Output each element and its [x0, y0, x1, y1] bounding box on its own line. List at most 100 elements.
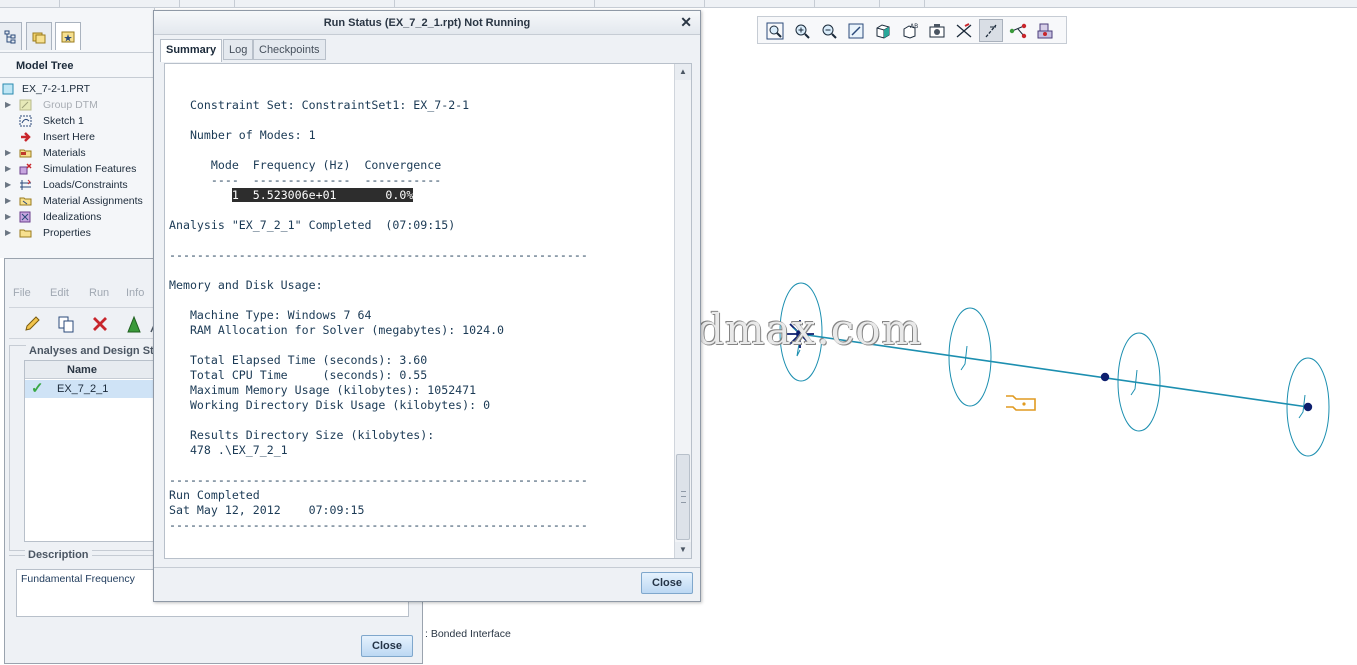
copy-analysis-button[interactable] — [53, 312, 79, 336]
top-tab-segment[interactable] — [880, 0, 925, 8]
run-completed-line: Run Completed — [169, 488, 260, 502]
tree-item-simulation-features[interactable]: ▶ Simulation Features — [0, 161, 155, 177]
insert-arrow-icon — [21, 132, 31, 142]
delete-analysis-button[interactable] — [87, 312, 113, 336]
tree-item-label: Properties — [43, 227, 91, 239]
navigator-tabs — [0, 22, 155, 52]
expand-arrow-icon[interactable]: ▶ — [5, 193, 13, 209]
top-tab-segment[interactable] — [705, 0, 815, 8]
mass-tag-icon[interactable] — [1006, 395, 1036, 411]
tab-summary[interactable]: Summary — [160, 39, 223, 62]
grip-icon — [681, 491, 686, 503]
tab-checkpoints[interactable]: Checkpoints — [253, 39, 326, 60]
analyses-close-button[interactable]: Close — [361, 635, 413, 657]
csys-display-button[interactable] — [1033, 19, 1057, 42]
idealization-icon — [19, 211, 31, 223]
top-tab-segment[interactable] — [235, 0, 395, 8]
model-tree-panel: Model Tree EX_7-2-1.PRT ▶ Group DTM Sket… — [0, 8, 155, 258]
datum-display-button[interactable] — [952, 19, 976, 42]
scroll-thumb[interactable] — [676, 454, 690, 540]
repaint-icon — [848, 23, 864, 38]
zoom-out-icon — [822, 24, 837, 39]
run-status-tabs: Summary Log Checkpoints — [160, 39, 690, 62]
menu-file[interactable]: File — [13, 287, 31, 299]
point-display-icon — [1009, 23, 1027, 38]
repaint-button[interactable] — [844, 19, 868, 42]
row-indent — [169, 188, 232, 202]
tab-log[interactable]: Log — [223, 39, 254, 60]
menu-run[interactable]: Run — [89, 287, 109, 299]
run-status-close-button[interactable]: Close — [641, 572, 693, 594]
check-icon: ✓ — [31, 380, 44, 397]
scroll-down-icon[interactable]: ▼ — [675, 542, 691, 558]
highlighted-mode-row[interactable]: 1 5.523006e+01 0.0% — [231, 188, 414, 202]
mode-table-header: Mode Frequency (Hz) Convergence — [169, 158, 442, 172]
point-display-button[interactable] — [1006, 19, 1030, 42]
tree-item-materials[interactable]: ▶ Materials — [0, 145, 155, 161]
expand-arrow-icon[interactable]: ▶ — [5, 161, 13, 177]
constraint-set-line: Constraint Set: ConstraintSet1: EX_7-2-1 — [169, 98, 470, 112]
tree-item-insert-here[interactable]: Insert Here — [0, 129, 155, 145]
simulation-icon — [19, 163, 32, 175]
graphics-toolbar: AB — [757, 16, 1067, 44]
tree-item-loads-constraints[interactable]: ▶ Loads/Constraints — [0, 177, 155, 193]
tree-icon — [4, 30, 15, 43]
tab-favorites[interactable] — [55, 22, 81, 50]
summary-report[interactable]: Constraint Set: ConstraintSet1: EX_7-2-1… — [164, 63, 692, 559]
expand-arrow-icon[interactable]: ▶ — [5, 97, 13, 113]
menu-edit[interactable]: Edit — [50, 287, 69, 299]
expand-arrow-icon[interactable]: ▶ — [5, 225, 13, 241]
menu-info[interactable]: Info — [126, 287, 144, 299]
scroll-up-icon[interactable]: ▲ — [675, 64, 691, 80]
zoom-in-button[interactable] — [790, 19, 814, 42]
top-tab-segment[interactable] — [815, 0, 880, 8]
tree-item-label: Insert Here — [43, 131, 95, 143]
axis-display-button[interactable] — [979, 19, 1003, 42]
column-name-header[interactable]: Name — [67, 364, 97, 376]
model-tree-list: EX_7-2-1.PRT ▶ Group DTM Sketch 1 Insert… — [0, 81, 155, 241]
expand-arrow-icon[interactable]: ▶ — [5, 177, 13, 193]
bonded-interface-label: : Bonded Interface — [425, 628, 511, 640]
results-dir-value-line: 478 .\EX_7_2_1 — [169, 443, 288, 457]
sketch-icon — [19, 115, 32, 127]
axis-display-icon — [985, 24, 997, 37]
model-tree-header: Model Tree — [0, 52, 155, 78]
layers-button[interactable] — [925, 19, 949, 42]
tree-item-label: Material Assignments — [43, 195, 143, 207]
run-status-title: Run Status (EX_7_2_1.rpt) Not Running — [154, 11, 700, 35]
start-run-button[interactable] — [121, 312, 147, 336]
top-tab-segment[interactable] — [395, 0, 595, 8]
part-icon — [2, 83, 14, 95]
edit-analysis-button[interactable] — [19, 312, 45, 336]
tree-item-sketch[interactable]: Sketch 1 — [0, 113, 155, 129]
separator-line: ----------------------------------------… — [169, 518, 588, 532]
analysis-name: EX_7_2_1 — [57, 383, 109, 395]
top-tab-segment[interactable] — [60, 0, 180, 8]
report-scrollbar[interactable]: ▲ ▼ — [674, 64, 691, 558]
analyses-group-title: Analyses and Design St — [26, 345, 157, 357]
close-icon[interactable]: ✕ — [680, 14, 692, 30]
memory-heading-line: Memory and Disk Usage: — [169, 278, 323, 292]
footer-divider — [154, 567, 700, 568]
zoom-fit-button[interactable] — [763, 19, 787, 42]
zoom-out-button[interactable] — [817, 19, 841, 42]
tree-item-label: Group DTM — [43, 99, 98, 111]
top-tab-segment[interactable] — [595, 0, 705, 8]
node-point[interactable] — [1100, 372, 1110, 382]
node-point[interactable] — [1303, 402, 1313, 412]
tree-item-group-dtm[interactable]: ▶ Group DTM — [0, 97, 155, 113]
tree-item-part[interactable]: EX_7-2-1.PRT — [0, 81, 155, 97]
top-tab-segment[interactable] — [0, 0, 60, 8]
tab-model-tree[interactable] — [0, 22, 22, 50]
tree-item-idealizations[interactable]: ▶ Idealizations — [0, 209, 155, 225]
number-of-modes-line: Number of Modes: 1 — [169, 128, 316, 142]
display-style-button[interactable] — [871, 19, 895, 42]
tab-folder-browser[interactable] — [26, 22, 52, 50]
tree-item-material-assignments[interactable]: ▶ Material Assignments — [0, 193, 155, 209]
expand-arrow-icon[interactable]: ▶ — [5, 145, 13, 161]
tree-item-properties[interactable]: ▶ Properties — [0, 225, 155, 241]
csys-display-icon — [1037, 23, 1053, 38]
expand-arrow-icon[interactable]: ▶ — [5, 209, 13, 225]
top-tab-segment[interactable] — [180, 0, 235, 8]
saved-views-button[interactable]: AB — [898, 19, 922, 42]
